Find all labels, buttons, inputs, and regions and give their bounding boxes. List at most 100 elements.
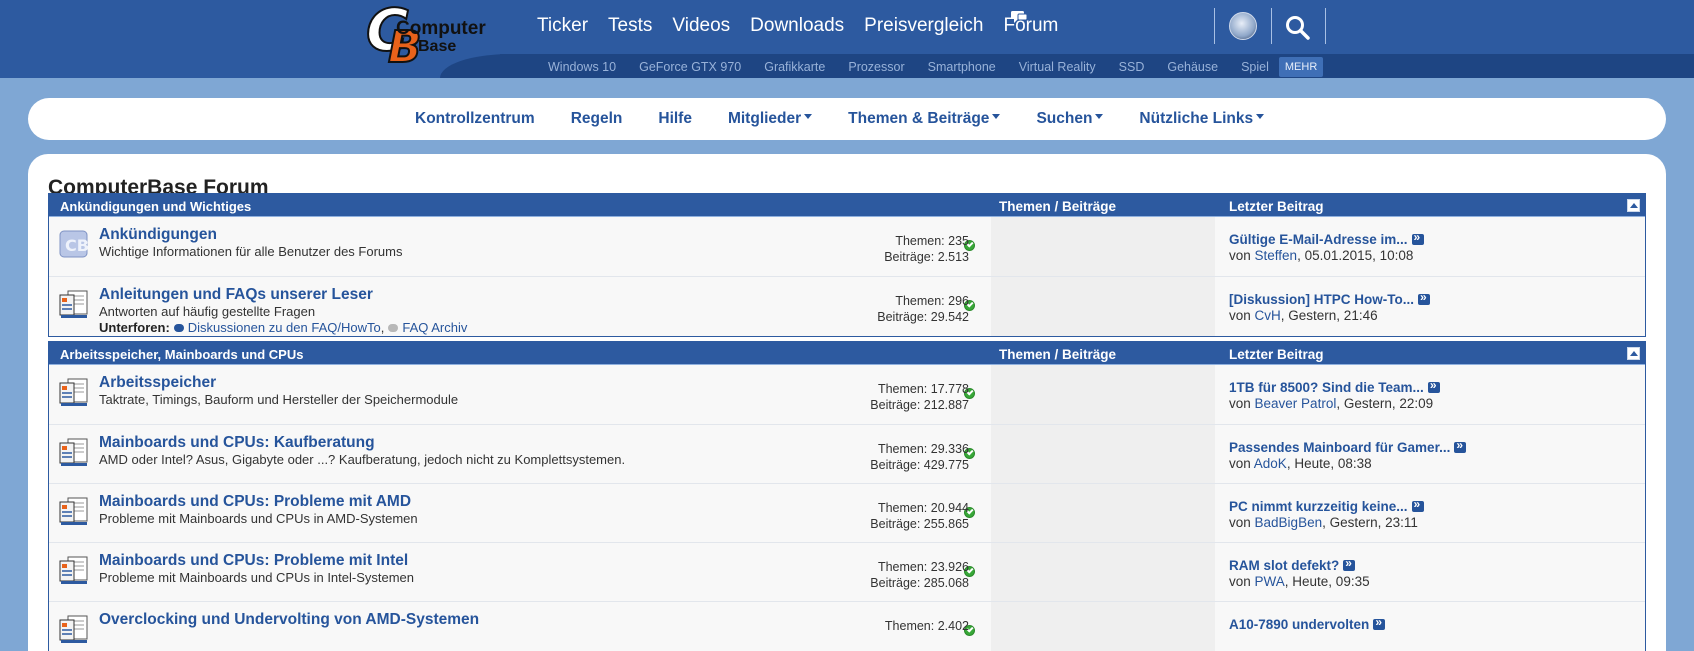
stats-cell <box>991 365 1215 424</box>
subnav-smartphone[interactable]: Smartphone <box>928 58 996 76</box>
forum-nav: Kontrollzentrum Regeln Hilfe Mitglieder Them… <box>415 109 1265 129</box>
last-post-by-prefix: von <box>1229 396 1255 411</box>
forum-nav-label: Hilfe <box>658 110 692 127</box>
last-post-user-link[interactable]: Beaver Patrol <box>1255 396 1337 411</box>
forum-nav-mitglieder[interactable]: Mitglieder <box>728 109 813 129</box>
post-count: Beiträge: 212.887 <box>870 398 969 412</box>
forum-nav-kontrollzentrum[interactable]: Kontrollzentrum <box>415 109 535 129</box>
stats-cell <box>991 602 1215 651</box>
column-header-last-post: Letzter Beitrag <box>1229 347 1324 362</box>
subnav-grafikkarte[interactable]: Grafikkarte <box>764 58 825 76</box>
last-post-user-link[interactable]: AdoK <box>1254 456 1287 471</box>
main-nav-tests[interactable]: Tests <box>608 15 652 37</box>
last-post-title-link[interactable]: 1TB für 8500? Sind die Team... <box>1229 380 1424 395</box>
go-to-last-post-icon[interactable] <box>1411 497 1424 512</box>
go-to-last-post-icon[interactable] <box>1373 615 1386 630</box>
subforum-bubble-icon <box>173 323 184 332</box>
topic-count: Themen: 235 <box>895 234 969 248</box>
forum-nav-themen-beitra-ge[interactable]: Themen & Beiträge <box>848 109 1001 129</box>
last-post-author: von AdoK, Heute, 08:38 <box>1229 456 1372 471</box>
subnav-geforce-gtx-970[interactable]: GeForce GTX 970 <box>639 58 741 76</box>
last-post-time: , Gestern, 22:09 <box>1336 396 1434 411</box>
subforum-bubble-icon <box>388 323 399 332</box>
topic-count: Themen: 29.336 <box>877 442 969 456</box>
forum-title-link[interactable]: Mainboards und CPUs: Probleme mit AMD <box>99 493 411 511</box>
forum-document-icon <box>59 497 88 525</box>
last-post-by-prefix: von <box>1229 308 1255 323</box>
header-separator <box>1214 8 1215 44</box>
subforums-label: Unterforen: <box>99 320 170 335</box>
stats-cell <box>991 484 1215 542</box>
forum-title-link[interactable]: Anleitungen und FAQs unserer Leser <box>99 286 373 304</box>
forum-title-link[interactable]: Overclocking und Undervolting von AMD-Sy… <box>99 611 479 629</box>
forum-title-link[interactable]: Ankündigungen <box>99 226 217 244</box>
last-post-title-link[interactable]: PC nimmt kurzzeitig keine... <box>1229 499 1408 514</box>
last-post-title-link[interactable]: RAM slot defekt? <box>1229 558 1339 573</box>
forum-title-link[interactable]: Mainboards und CPUs: Kaufberatung <box>99 434 375 452</box>
collapse-icon[interactable] <box>1627 347 1640 360</box>
main-nav-ticker[interactable]: Ticker <box>537 15 588 37</box>
subnav-spiel[interactable]: Spiel <box>1241 58 1269 76</box>
search-icon[interactable] <box>1284 14 1312 42</box>
forum-title-link[interactable]: Arbeitsspeicher <box>99 374 216 392</box>
go-to-last-post-icon[interactable] <box>1427 378 1440 393</box>
forum-chat-icon <box>1011 11 1028 23</box>
cb-announcement-icon: CB <box>59 230 89 258</box>
subforum-link[interactable]: FAQ Archiv <box>402 320 467 335</box>
subnav-geha-use[interactable]: Gehäuse <box>1167 58 1218 76</box>
last-post-user-link[interactable]: BadBigBen <box>1255 515 1323 530</box>
post-count: Beiträge: 429.775 <box>870 458 969 472</box>
subnav-virtual-reality[interactable]: Virtual Reality <box>1019 58 1096 76</box>
main-nav-downloads[interactable]: Downloads <box>750 15 844 37</box>
last-post-user-link[interactable]: CvH <box>1255 308 1281 323</box>
last-post-by-prefix: von <box>1229 456 1254 471</box>
last-post: 1TB für 8500? Sind die Team... <box>1229 378 1440 395</box>
section-header: Ankündigungen und Wichtiges Themen / Beit… <box>49 194 1645 217</box>
user-avatar-icon[interactable] <box>1229 12 1257 40</box>
stats-cell <box>991 425 1215 483</box>
go-to-last-post-icon[interactable] <box>1418 290 1430 305</box>
section-title[interactable]: Ankündigungen und Wichtiges <box>60 199 251 214</box>
subnav-windows-10[interactable]: Windows 10 <box>548 58 616 76</box>
last-post-user-link[interactable]: Steffen <box>1255 248 1298 263</box>
forum-section: Arbeitsspeicher, Mainboards und CPUs Them… <box>48 341 1646 651</box>
last-post-title-link[interactable]: [Diskussion] HTPC How-To... <box>1229 292 1414 307</box>
section-title[interactable]: Arbeitsspeicher, Mainboards und CPUs <box>60 347 303 362</box>
topic-count: Themen: 2.402 <box>884 619 969 633</box>
subnav-prozessor[interactable]: Prozessor <box>848 58 904 76</box>
last-post-title-link[interactable]: A10-7890 undervolten <box>1229 617 1369 632</box>
forum-title-link[interactable]: Mainboards und CPUs: Probleme mit Intel <box>99 552 408 570</box>
forum-nav-hilfe[interactable]: Hilfe <box>658 109 692 129</box>
last-post-user-link[interactable]: PWA <box>1255 574 1285 589</box>
subnav-ssd[interactable]: SSD <box>1119 58 1145 76</box>
topic-count: Themen: 296 <box>895 294 969 308</box>
forum-nav-label: Themen & Beiträge <box>848 110 990 127</box>
subforum-link[interactable]: Diskussionen zu den FAQ/HowTo <box>188 320 381 335</box>
forum-document-icon <box>59 556 88 584</box>
forum-nav-label: Nützliche Links <box>1139 110 1254 127</box>
computerbase-logo[interactable]: C B Computer Base <box>365 0 486 71</box>
go-to-last-post-icon[interactable] <box>1411 230 1424 245</box>
last-post-title-link[interactable]: Passendes Mainboard für Gamer... <box>1229 440 1450 455</box>
main-nav-preisvergleich[interactable]: Preisvergleich <box>864 15 983 37</box>
forum-description: AMD oder Intel? Asus, Gigabyte oder ...?… <box>99 452 626 467</box>
last-post-title-link[interactable]: Gültige E-Mail-Adresse im... <box>1229 232 1408 247</box>
subforum-separator: , <box>380 320 385 335</box>
subnav-more-button[interactable]: MEHR <box>1278 57 1324 77</box>
go-to-last-post-icon[interactable] <box>1343 556 1356 571</box>
forum-description: Wichtige Informationen für alle Benutzer… <box>99 244 403 259</box>
main-nav-videos[interactable]: Videos <box>672 15 730 37</box>
last-post-author: von Steffen, 05.01.2015, 10:08 <box>1229 248 1413 263</box>
forum-main-card: ComputerBase Forum Ankündigungen und Wic… <box>28 154 1666 651</box>
last-post: A10-7890 undervolten <box>1229 615 1386 632</box>
go-to-last-post-icon[interactable] <box>1454 438 1467 453</box>
forum-nav-suchen[interactable]: Suchen <box>1036 109 1104 129</box>
forum-nav-regeln[interactable]: Regeln <box>571 109 623 129</box>
last-post-time: , Gestern, 23:11 <box>1322 515 1418 530</box>
forum-row: Overclocking und Undervolting von AMD-Sy… <box>49 601 1645 651</box>
forum-row: CB Ankündigungen Wichtige Informationen fü… <box>49 217 1645 276</box>
forum-nav-nu-tzliche-links[interactable]: Nützliche Links <box>1139 109 1265 129</box>
collapse-icon[interactable] <box>1627 199 1640 212</box>
header-separator <box>1325 8 1326 44</box>
last-post-by-prefix: von <box>1229 515 1255 530</box>
